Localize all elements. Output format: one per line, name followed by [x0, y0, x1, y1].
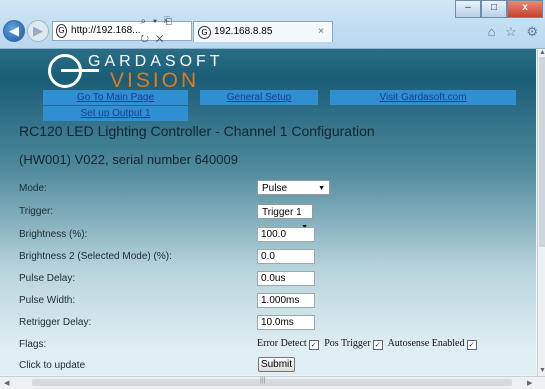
mode-label: Mode:	[19, 183, 47, 194]
brightness-label: Brightness (%):	[19, 229, 88, 240]
flags-group: Error Detect ✓ Pos Trigger ✓ Autosense Ena…	[257, 338, 480, 350]
window-controls: – □ x	[455, 0, 543, 18]
retrigger-delay-label: Retrigger Delay:	[19, 317, 92, 328]
tab-title: 192.168.8.85	[214, 26, 273, 37]
pulse-delay-label: Pulse Delay:	[19, 273, 76, 284]
horizontal-scroll-thumb[interactable]: |||	[32, 377, 512, 386]
nav-main-page[interactable]: Go To Main Page	[43, 90, 188, 105]
web-page: GARDASOFT VISION Go To Main Page General…	[0, 49, 536, 375]
chevron-down-icon: ▼	[318, 185, 325, 192]
autosense-checkbox[interactable]: ✓	[466, 340, 477, 350]
tab-site-icon: G	[198, 25, 211, 39]
gardasoft-logo: GARDASOFT VISION	[48, 52, 248, 92]
update-label: Click to update	[19, 360, 86, 371]
forward-button[interactable]: ▶	[27, 20, 49, 42]
page-subtitle: (HW001) V022, serial number 640009	[19, 152, 238, 167]
brightness2-label: Brightness 2 (Selected Mode) (%):	[19, 251, 172, 262]
submit-button[interactable]: Submit	[258, 357, 295, 372]
scroll-right-icon[interactable]: ▶	[527, 379, 532, 387]
scroll-up-icon[interactable]: ▲	[539, 49, 545, 56]
flag-auto-label: Autosense Enabled	[387, 338, 465, 349]
vertical-scrollbar[interactable]: ▲ ▼	[537, 49, 545, 376]
flag-error-label: Error Detect	[257, 338, 307, 349]
nav-buttons: ◀ ▶	[3, 20, 49, 42]
nav-visit-gardasoft[interactable]: Visit Gardasoft.com	[330, 90, 516, 105]
horizontal-scrollbar[interactable]: ◀ ||| ▶	[0, 376, 545, 389]
close-button[interactable]: x	[507, 0, 543, 18]
scroll-down-icon[interactable]: ▼	[539, 367, 545, 374]
browser-chrome: – □ x ◀ ▶ G http://192.168... ⌕ ▾ ⎗ ↻ ✕ …	[0, 0, 545, 49]
address-bar[interactable]: G http://192.168... ⌕ ▾ ⎗ ↻ ✕	[52, 16, 192, 45]
pulse-delay-input[interactable]: 0.0us	[257, 271, 315, 286]
address-text: http://192.168...	[71, 25, 141, 36]
nav-setup-output[interactable]: Set up Output 1	[43, 106, 188, 121]
retrigger-delay-input[interactable]: 10.0ms	[257, 315, 315, 330]
pulse-width-label: Pulse Width:	[19, 295, 76, 306]
vertical-scroll-thumb[interactable]	[539, 57, 545, 247]
tab-close-icon[interactable]: ×	[318, 22, 324, 42]
browser-tab[interactable]: G 192.168.8.85 ×	[193, 21, 333, 42]
pulse-width-input[interactable]: 1.000ms	[257, 293, 315, 308]
maximize-button[interactable]: □	[481, 0, 507, 18]
address-controls[interactable]: ⌕ ▾ ⎗ ↻ ✕	[141, 13, 191, 49]
page-title: RC120 LED Lighting Controller - Channel …	[19, 123, 375, 139]
flags-label: Flags:	[19, 339, 47, 350]
nav-general-setup[interactable]: General Setup	[200, 90, 318, 105]
mode-select[interactable]: Pulse ▼	[257, 180, 330, 195]
brightness-input[interactable]: 100.0	[257, 227, 315, 242]
minimize-button[interactable]: –	[455, 0, 481, 18]
pos-trigger-checkbox[interactable]: ✓	[372, 340, 383, 350]
flag-pos-label: Pos Trigger	[324, 338, 371, 349]
error-detect-checkbox[interactable]: ✓	[308, 340, 319, 350]
site-icon: G	[56, 24, 68, 38]
back-button[interactable]: ◀	[3, 20, 25, 42]
brightness2-input[interactable]: 0.0	[257, 249, 315, 264]
scroll-left-icon[interactable]: ◀	[4, 379, 9, 387]
trigger-select[interactable]: Trigger 1 ▼	[257, 204, 313, 231]
toolbar-icons[interactable]: ⌂ ☆ ⚙	[488, 24, 541, 40]
trigger-label: Trigger:	[19, 206, 54, 217]
